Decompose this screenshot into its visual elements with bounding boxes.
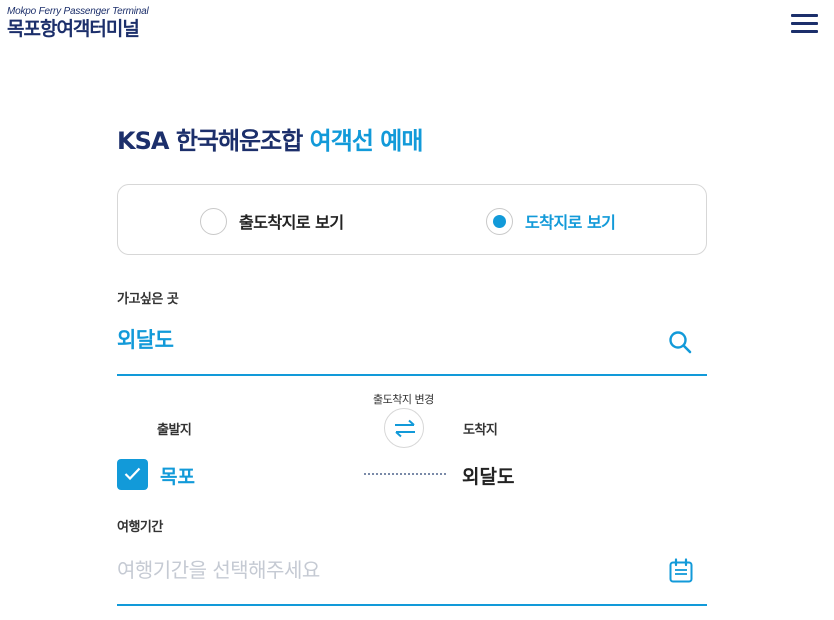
- swap-button[interactable]: [384, 408, 424, 448]
- period-input[interactable]: [117, 552, 657, 588]
- checkmark-icon: [124, 467, 141, 481]
- logo-subtitle: Mokpo Ferry Passenger Terminal: [7, 6, 149, 17]
- menu-bar: [791, 22, 818, 25]
- route-connector: [364, 473, 446, 475]
- radio-unselected-icon[interactable]: [200, 207, 227, 235]
- view-option-arrival[interactable]: 도착지로 보기: [486, 207, 616, 235]
- departure-value[interactable]: 목포: [160, 462, 195, 489]
- swap-caption: 출도착지 변경: [373, 393, 434, 406]
- calendar-icon[interactable]: [668, 558, 694, 584]
- page-title: KSA 한국해운조합 여객선 예매: [117, 121, 424, 156]
- departure-label: 출발지: [157, 423, 192, 438]
- destination-value[interactable]: 외달도: [117, 324, 174, 354]
- period-underline: [117, 604, 707, 606]
- menu-bar: [791, 30, 818, 33]
- destination-underline: [117, 374, 707, 376]
- period-label: 여행기간: [117, 520, 163, 535]
- page-title-service: 여객선 예매: [309, 127, 424, 155]
- arrival-label: 도착지: [463, 423, 498, 438]
- menu-bar: [791, 14, 818, 17]
- logo-title: 목포항여객터미널: [7, 18, 140, 40]
- header: Mokpo Ferry Passenger Terminal 목포항여객터미널: [0, 0, 834, 60]
- hamburger-menu-icon[interactable]: [791, 14, 818, 34]
- search-icon[interactable]: [668, 330, 692, 354]
- view-option-departure-arrival[interactable]: 출도착지로 보기: [200, 207, 344, 235]
- departure-checkbox[interactable]: [117, 459, 148, 490]
- swap-arrows-icon: [395, 419, 415, 438]
- logo[interactable]: Mokpo Ferry Passenger Terminal 목포항여객터미널: [7, 6, 149, 41]
- destination-label: 가고싶은 곳: [117, 292, 179, 307]
- radio-selected-icon[interactable]: [486, 207, 513, 235]
- page-title-org: KSA 한국해운조합: [117, 127, 303, 155]
- view-toggle: 출도착지로 보기 도착지로 보기: [117, 184, 707, 255]
- arrival-value[interactable]: 외달도: [462, 462, 514, 489]
- view-option-label: 출도착지로 보기: [239, 213, 344, 232]
- view-option-label: 도착지로 보기: [525, 213, 616, 232]
